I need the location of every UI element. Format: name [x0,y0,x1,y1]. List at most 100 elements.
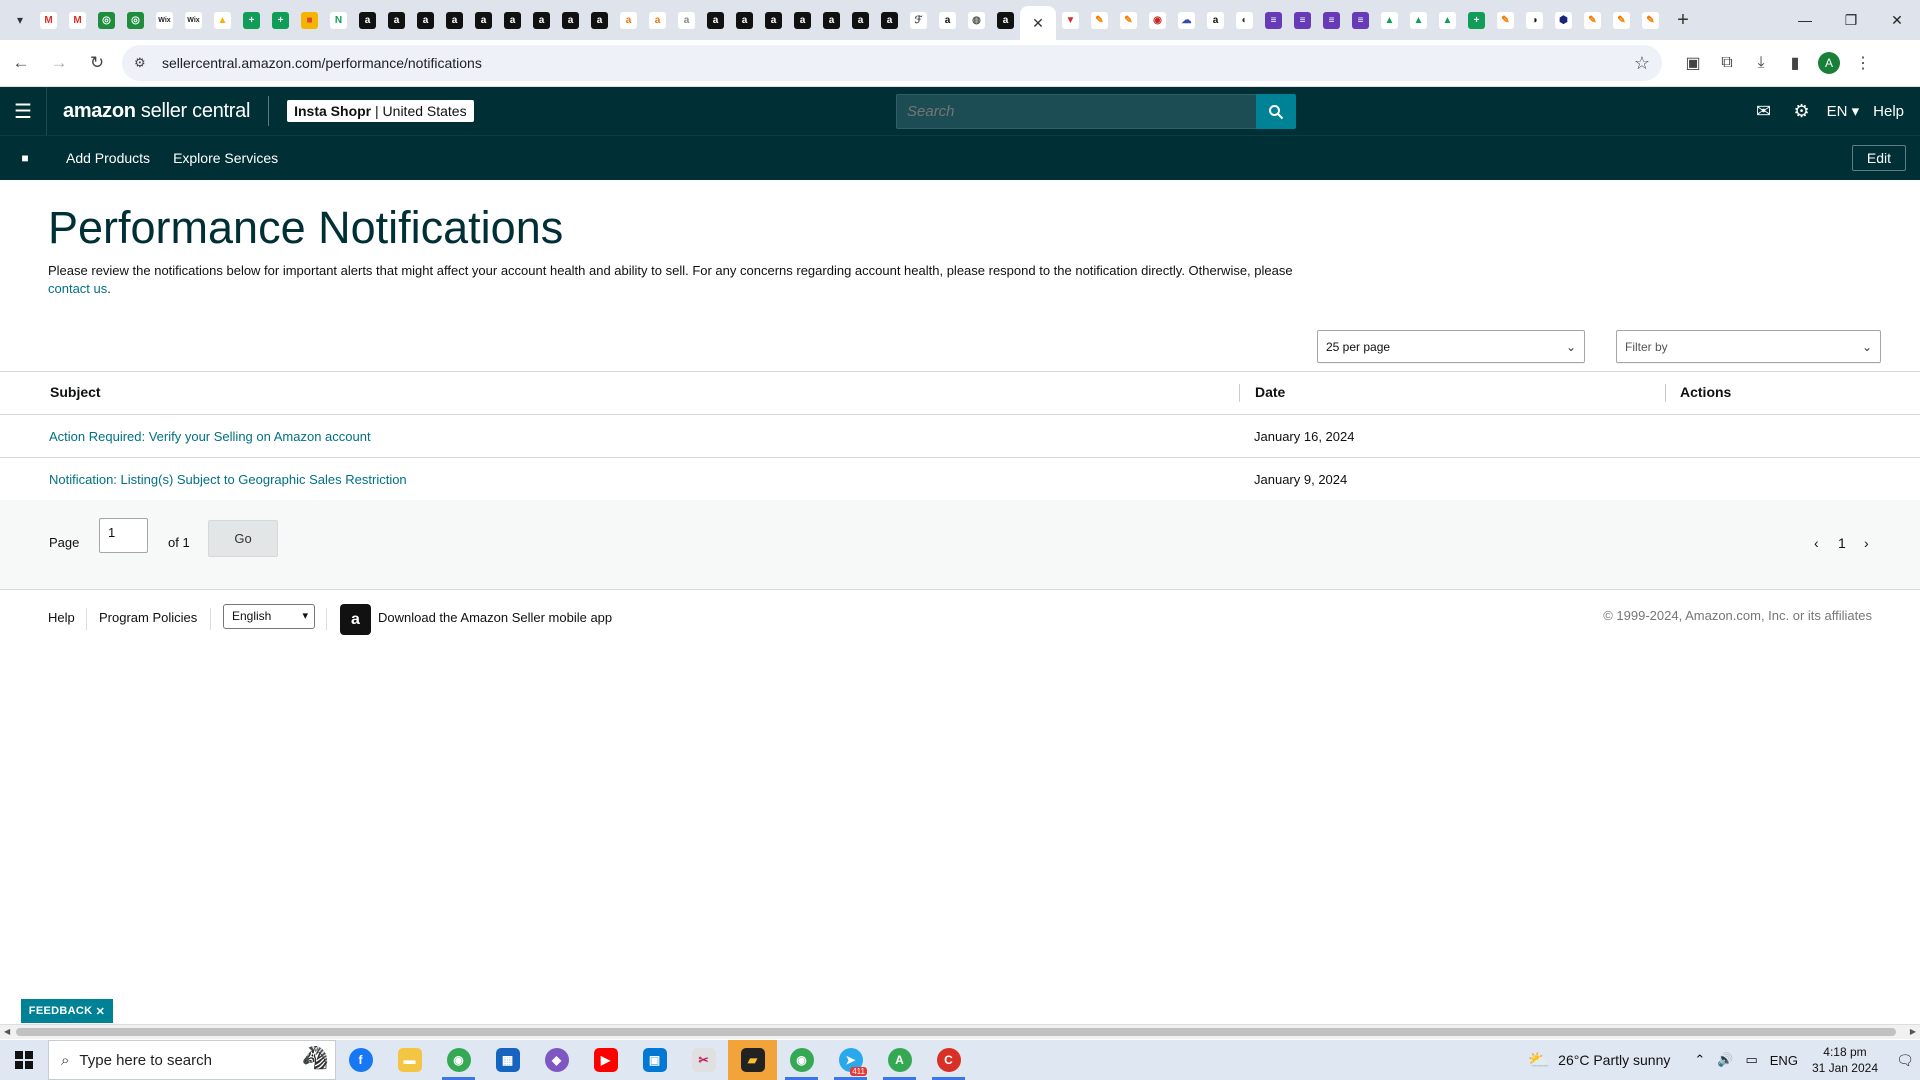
tab-wix-icon[interactable]: Wix [179,0,208,40]
notification-subject-link[interactable]: Notification: Listing(s) Subject to Geog… [49,472,407,487]
browser-menu-icon[interactable]: ⋮ [1846,46,1880,80]
search-button[interactable] [1256,94,1296,129]
hamburger-menu-icon[interactable]: ☰ [0,87,46,135]
tab-pencil-icon[interactable]: ✎ [1085,0,1114,40]
tab-forms-icon[interactable]: ≡ [1288,0,1317,40]
active-tab-close-icon[interactable]: ✕ [1020,6,1056,40]
tab-sheets-icon[interactable]: + [237,0,266,40]
gear-icon[interactable]: ⚙ [1783,101,1821,122]
tab-amazon-icon[interactable]: a [759,0,788,40]
taskbar-facebook-icon[interactable]: f [336,1040,385,1080]
language-selector[interactable]: EN ▾ [1827,102,1860,120]
footer-program-policies-link[interactable]: Program Policies [99,610,197,625]
scroll-left-icon[interactable]: ◀ [4,1027,10,1036]
taskbar-calculator-icon[interactable]: ▦ [483,1040,532,1080]
bookmark-star-icon[interactable]: ☆ [1634,53,1650,74]
close-icon[interactable]: ✕ [96,1005,106,1018]
per-page-select[interactable]: 25 per page ⌄ [1317,330,1585,363]
mail-icon[interactable]: ✉ [1745,101,1783,122]
tab-amazon-icon[interactable]: a [353,0,382,40]
horizontal-scrollbar[interactable]: ◀ ▶ [0,1024,1920,1039]
tab-chrome-dark-icon[interactable]: ◐ [1230,0,1259,40]
reload-icon[interactable]: ↻ [80,46,114,80]
tab-hex-icon[interactable]: ⬢ [1549,0,1578,40]
taskbar-search-box[interactable]: ⌕ Type here to search 🦓 [48,1040,336,1080]
prev-page-chevron-icon[interactable]: ‹ [1814,535,1819,551]
current-page-number[interactable]: 1 [1838,535,1846,551]
go-button[interactable]: Go [208,520,278,557]
url-text[interactable]: sellercentral.amazon.com/performance/not… [162,55,1634,71]
forward-arrow-icon[interactable]: → [42,46,76,80]
taskbar-chrome-profile-icon[interactable]: ◉ [777,1040,826,1080]
tab-green-circle-icon[interactable]: ◎ [92,0,121,40]
filter-select[interactable]: Filter by ⌄ [1616,330,1881,363]
taskbar-telegram-icon[interactable]: ➤ 411 [826,1040,875,1080]
tab-tiktok-like-icon[interactable]: ◑ [1520,0,1549,40]
tab-gmail-icon[interactable]: M [34,0,63,40]
search-input[interactable] [896,94,1256,129]
close-window-icon[interactable]: ✕ [1874,0,1920,40]
scrollbar-thumb[interactable] [16,1028,1896,1036]
tab-globe-icon[interactable]: ◍ [962,0,991,40]
nav-explore-services[interactable]: Explore Services [173,150,278,166]
tab-pencil-icon[interactable]: ✎ [1636,0,1665,40]
page-number-input[interactable]: 1 [99,518,148,553]
tab-circle-logo-icon[interactable]: ◉ [1143,0,1172,40]
tab-amazon-icon[interactable]: a [875,0,904,40]
notification-subject-link[interactable]: Action Required: Verify your Selling on … [49,429,371,444]
tab-wix-icon[interactable]: Wix [150,0,179,40]
amazon-seller-app-icon[interactable]: a [340,604,371,635]
taskbar-chrome-c-icon[interactable]: C [924,1040,973,1080]
tab-search-chevron-icon[interactable]: ▾ [6,6,34,34]
taskbar-snipping-icon[interactable]: ✂ [679,1040,728,1080]
taskbar-chrome-icon[interactable]: ◉ [434,1040,483,1080]
new-tab-plus-icon[interactable]: + [1669,6,1697,34]
address-bar[interactable]: ⚙ sellercentral.amazon.com/performance/n… [122,45,1662,81]
tab-n-logo-icon[interactable]: N [324,0,353,40]
taskbar-store-icon[interactable]: ▣ [630,1040,679,1080]
back-arrow-icon[interactable]: ← [4,46,38,80]
tab-amazon-icon[interactable]: a [788,0,817,40]
tab-amazon-icon[interactable]: a [701,0,730,40]
tab-drive-icon[interactable]: ▲ [1404,0,1433,40]
scroll-right-icon[interactable]: ▶ [1910,1027,1916,1036]
site-info-icon[interactable]: ⚙ [134,55,156,71]
tab-amazon-icon[interactable]: a [817,0,846,40]
profile-avatar[interactable]: A [1812,46,1846,80]
extensions-puzzle-icon[interactable]: ⧉ [1710,46,1744,80]
tab-drive-icon[interactable]: ▲ [1375,0,1404,40]
volume-icon[interactable]: 🔊 [1717,1052,1733,1068]
tab-amazon-light-icon[interactable]: a [672,0,701,40]
clock[interactable]: 4:18 pm 31 Jan 2024 [1812,1044,1878,1076]
next-page-chevron-icon[interactable]: › [1864,535,1869,551]
taskbar-chrome-a-icon[interactable]: A [875,1040,924,1080]
account-switcher[interactable]: Insta Shopr | United States [287,100,474,122]
tab-amazon-icon[interactable]: a [469,0,498,40]
taskbar-file-explorer-icon[interactable]: ▬ [385,1040,434,1080]
tab-green-circle-icon[interactable]: ◎ [121,0,150,40]
tab-forms-icon[interactable]: ≡ [1346,0,1375,40]
tab-amazon-light-icon[interactable]: a [643,0,672,40]
tab-amazon-light-icon[interactable]: a [1201,0,1230,40]
tab-forms-icon[interactable]: ≡ [1259,0,1288,40]
tab-drive-icon[interactable]: ▲ [1433,0,1462,40]
network-icon[interactable]: ▭ [1745,1052,1757,1068]
tab-amazon-icon[interactable]: a [411,0,440,40]
tab-amazon-icon[interactable]: a [382,0,411,40]
minimize-icon[interactable]: — [1782,0,1828,40]
tab-pencil-icon[interactable]: ✎ [1578,0,1607,40]
tab-amazon-icon[interactable]: a [730,0,759,40]
tab-pencil-icon[interactable]: ✎ [1491,0,1520,40]
taskbar-youtube-icon[interactable]: ▶ [581,1040,630,1080]
column-header-date[interactable]: Date [1255,384,1285,400]
tab-pencil-icon[interactable]: ✎ [1607,0,1636,40]
download-app-link[interactable]: Download the Amazon Seller mobile app [378,610,612,625]
contact-us-link[interactable]: contact us [48,281,107,296]
nav-add-products[interactable]: Add Products [66,150,150,166]
tab-amazon-light-icon[interactable]: a [933,0,962,40]
tab-amazon-icon[interactable]: a [440,0,469,40]
tab-amazon-icon[interactable]: a [527,0,556,40]
input-language[interactable]: ENG [1770,1053,1798,1068]
tab-gmail-icon[interactable]: M [63,0,92,40]
restore-icon[interactable]: ❐ [1828,0,1874,40]
